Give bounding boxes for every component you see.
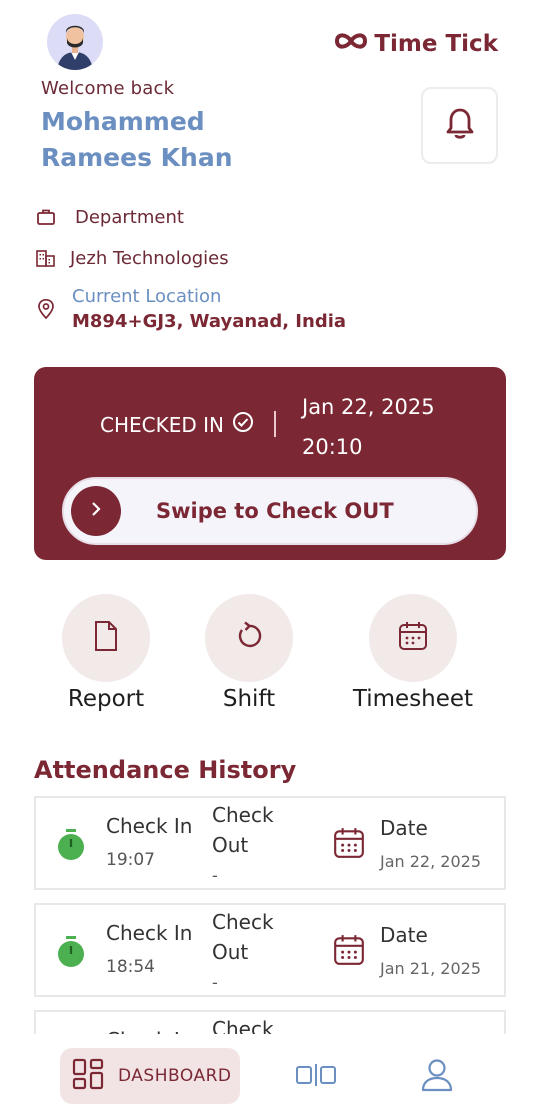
calendar-icon xyxy=(397,620,429,656)
check-date: Jan 22, 2025 xyxy=(302,395,435,419)
swipe-label: Swipe to Check OUT xyxy=(156,499,394,523)
company-text: Jezh Technologies xyxy=(70,247,229,269)
timer-icon xyxy=(56,828,86,866)
compare-icon[interactable] xyxy=(296,1064,336,1090)
bell-icon xyxy=(445,107,475,145)
checkin-time: 18:54 xyxy=(106,957,155,977)
checkin-label: Check In xyxy=(106,921,193,945)
date-label: Date xyxy=(380,923,428,947)
refresh-icon xyxy=(234,621,264,655)
notifications-button[interactable] xyxy=(421,87,498,164)
brand-logo: Time Tick xyxy=(332,30,498,58)
timesheet-label: Timesheet xyxy=(352,686,474,712)
attendance-history-list[interactable]: Check In 19:07 Check Out - Date Jan 22, … xyxy=(34,796,506,1034)
check-time: 20:10 xyxy=(302,435,363,459)
report-circle[interactable] xyxy=(62,594,150,682)
checkout-label: Check Out xyxy=(212,803,274,857)
swipe-handle[interactable] xyxy=(71,486,121,536)
location-row: Current Location M894+GJ3, Wayanad, Indi… xyxy=(34,286,346,332)
shift-label: Shift xyxy=(222,686,276,712)
checkin-time: 19:07 xyxy=(106,850,155,870)
timesheet-button[interactable]: Timesheet xyxy=(343,594,483,712)
briefcase-icon xyxy=(34,205,58,229)
check-status: CHECKED IN xyxy=(100,411,254,438)
checkout-label: Check Out xyxy=(212,1017,274,1034)
dashboard-icon xyxy=(72,1058,104,1094)
profile-icon[interactable] xyxy=(421,1058,453,1096)
calendar-icon xyxy=(332,933,366,971)
department-row: Department xyxy=(34,205,184,229)
nav-dashboard[interactable]: DASHBOARD xyxy=(60,1048,240,1104)
nav-dashboard-label: DASHBOARD xyxy=(118,1066,232,1086)
checkout-time: - xyxy=(212,973,218,992)
checkout-label: Check Out xyxy=(212,910,274,964)
user-name: Mohammed Ramees Khan xyxy=(41,107,233,172)
location-value: M894+GJ3, Wayanad, India xyxy=(72,311,347,332)
company-row: Jezh Technologies xyxy=(34,246,229,270)
attendance-history-title: Attendance History xyxy=(34,756,297,784)
list-item[interactable]: Check In 18:54 Check Out - Date Jan 21, … xyxy=(34,903,506,997)
chevron-right-icon xyxy=(88,499,104,523)
status-text: CHECKED IN xyxy=(100,412,224,437)
avatar[interactable] xyxy=(47,14,103,70)
location-label: Current Location xyxy=(72,286,222,307)
calendar-icon xyxy=(332,826,366,864)
bottom-nav: DASHBOARD xyxy=(0,1040,540,1110)
swipe-checkout-slider[interactable]: Swipe to Check OUT xyxy=(62,477,478,545)
file-icon xyxy=(92,620,120,656)
list-item[interactable]: Check In Check Out xyxy=(34,1010,506,1034)
report-button[interactable]: Report xyxy=(36,594,176,712)
brand-name: Time Tick xyxy=(374,31,498,57)
department-text: Department xyxy=(75,206,184,228)
divider xyxy=(274,411,276,437)
check-circle-icon xyxy=(232,411,254,438)
date-value: Jan 21, 2025 xyxy=(380,959,481,978)
date-value: Jan 22, 2025 xyxy=(380,852,481,871)
infinity-icon xyxy=(332,30,370,58)
welcome-text: Welcome back xyxy=(41,78,175,99)
report-label: Report xyxy=(67,686,145,712)
shift-circle[interactable] xyxy=(205,594,293,682)
date-label: Date xyxy=(380,816,428,840)
checkin-label: Check In xyxy=(106,814,193,838)
location-pin-icon xyxy=(34,297,58,321)
checkin-label: Check In xyxy=(106,1028,192,1034)
checkout-time: - xyxy=(212,866,218,885)
check-status-card: CHECKED IN Jan 22, 2025 20:10 Swipe to C… xyxy=(34,367,506,560)
timer-icon xyxy=(56,935,86,973)
list-item[interactable]: Check In 19:07 Check Out - Date Jan 22, … xyxy=(34,796,506,890)
building-icon xyxy=(34,246,58,270)
shift-button[interactable]: Shift xyxy=(179,594,319,712)
timesheet-circle[interactable] xyxy=(369,594,457,682)
